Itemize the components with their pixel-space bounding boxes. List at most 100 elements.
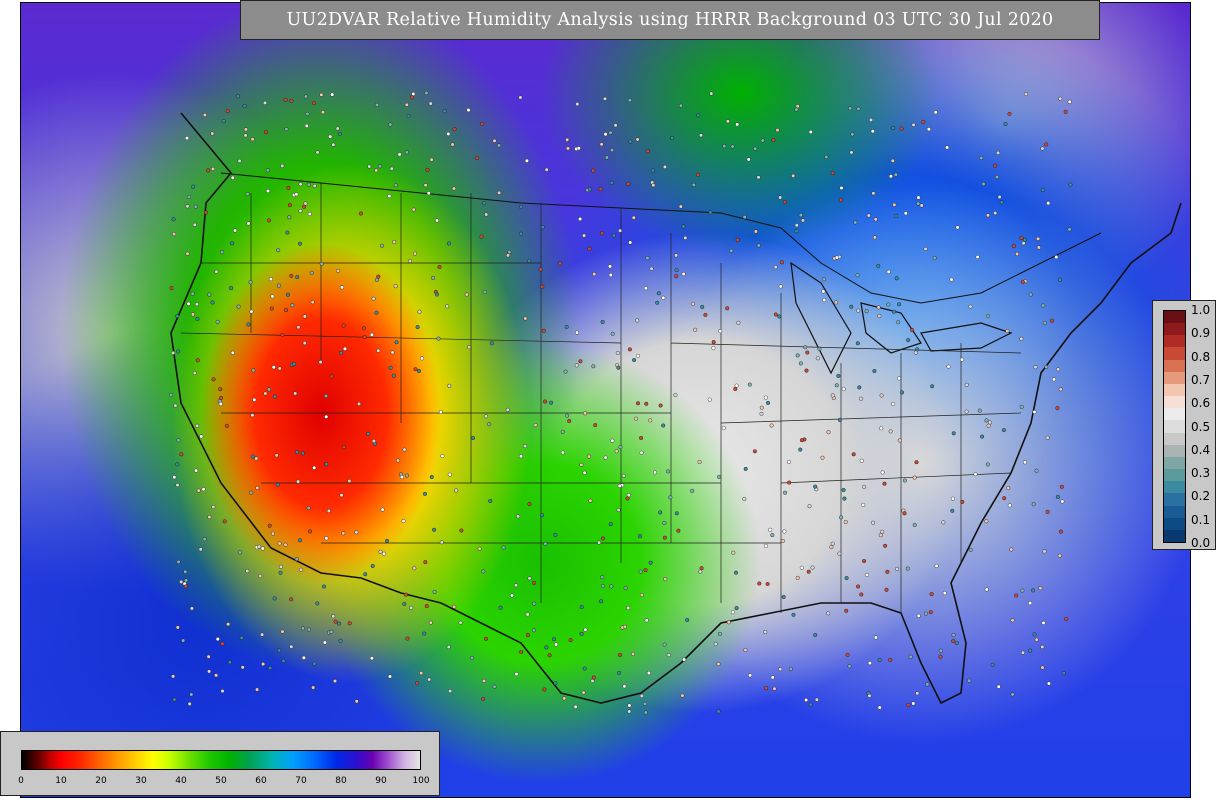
observation-marker xyxy=(780,538,785,543)
observation-marker xyxy=(608,522,613,527)
observation-marker xyxy=(319,92,324,97)
observation-marker xyxy=(186,194,191,199)
observation-marker xyxy=(581,690,586,695)
observation-marker xyxy=(897,376,902,381)
observation-marker xyxy=(1032,410,1037,415)
observation-marker xyxy=(390,350,395,355)
observation-marker xyxy=(886,302,891,307)
observation-marker xyxy=(673,393,678,398)
observation-marker xyxy=(245,192,250,197)
observation-marker xyxy=(849,304,854,309)
observation-marker xyxy=(378,549,383,554)
observation-marker xyxy=(312,183,317,188)
observation-marker xyxy=(639,436,644,441)
observation-marker xyxy=(980,434,985,439)
observation-marker xyxy=(799,438,804,443)
observation-marker xyxy=(610,331,615,336)
observation-marker xyxy=(268,666,273,671)
observation-marker xyxy=(286,292,291,297)
observation-marker xyxy=(951,431,956,436)
observation-marker xyxy=(872,235,877,240)
observation-marker xyxy=(1049,318,1054,323)
observation-marker xyxy=(882,481,887,486)
observation-marker xyxy=(482,678,487,683)
observation-marker xyxy=(921,119,926,124)
observation-marker xyxy=(263,391,268,396)
observation-marker xyxy=(446,645,451,650)
observation-marker xyxy=(376,348,381,353)
observation-marker xyxy=(804,698,809,703)
observation-marker xyxy=(968,547,973,552)
observation-marker xyxy=(995,174,1000,179)
observation-marker xyxy=(525,612,530,617)
observation-marker xyxy=(985,462,990,467)
observation-marker xyxy=(169,393,174,398)
observation-marker xyxy=(609,180,614,185)
observation-marker xyxy=(219,395,224,400)
observation-marker xyxy=(192,371,197,376)
observation-marker xyxy=(484,636,489,641)
observation-marker xyxy=(175,314,180,319)
observation-marker xyxy=(674,274,679,279)
observation-marker xyxy=(725,119,730,124)
observation-marker xyxy=(278,564,283,569)
ratio-colorbar-segment xyxy=(1164,420,1185,433)
observation-marker xyxy=(711,340,716,345)
observation-marker xyxy=(626,606,631,611)
observation-marker xyxy=(387,194,392,199)
observation-marker xyxy=(409,95,414,100)
observation-marker xyxy=(330,92,335,97)
observation-marker xyxy=(369,656,374,661)
observation-marker xyxy=(618,653,623,658)
observation-marker xyxy=(280,629,285,634)
observation-marker xyxy=(289,597,294,602)
observation-marker xyxy=(929,592,934,597)
observation-marker xyxy=(207,669,212,674)
ratio-colorbar-segment xyxy=(1164,505,1185,518)
observation-marker xyxy=(617,671,622,676)
observation-marker xyxy=(1067,227,1072,232)
observation-marker xyxy=(1005,329,1010,334)
observation-marker xyxy=(1061,671,1066,676)
observation-marker xyxy=(834,255,839,260)
observation-marker xyxy=(294,192,299,197)
observation-marker xyxy=(668,495,673,500)
observation-marker xyxy=(173,403,178,408)
observation-marker xyxy=(1014,593,1019,598)
observation-marker xyxy=(423,560,428,565)
observation-marker xyxy=(934,563,939,568)
observation-marker xyxy=(1042,320,1047,325)
observation-marker xyxy=(916,195,921,200)
observation-marker xyxy=(627,703,632,708)
observation-marker xyxy=(413,367,418,372)
observation-marker xyxy=(565,413,570,418)
observation-marker xyxy=(674,268,679,273)
observation-marker xyxy=(400,475,405,480)
observation-marker xyxy=(845,652,850,657)
observation-marker xyxy=(711,346,716,351)
observation-marker xyxy=(1028,648,1033,653)
observation-marker xyxy=(693,327,698,332)
observation-marker xyxy=(821,289,826,294)
observation-marker xyxy=(933,110,938,115)
observation-marker xyxy=(699,566,704,571)
observation-marker xyxy=(447,383,452,388)
observation-marker xyxy=(651,183,656,188)
observation-marker xyxy=(1021,241,1026,246)
observation-marker xyxy=(357,401,362,406)
observation-marker xyxy=(1057,277,1062,282)
observation-marker xyxy=(246,322,251,327)
observation-marker xyxy=(301,626,306,631)
observation-marker xyxy=(730,610,735,615)
observation-marker xyxy=(237,550,242,555)
observation-marker xyxy=(859,458,864,463)
observation-marker xyxy=(382,551,387,556)
observation-marker xyxy=(681,272,686,277)
observation-marker xyxy=(775,128,780,133)
observation-marker xyxy=(621,473,626,478)
observation-marker xyxy=(308,529,313,534)
observation-marker xyxy=(482,201,487,206)
observation-marker xyxy=(1015,251,1020,256)
observation-marker xyxy=(302,341,307,346)
observation-marker xyxy=(563,369,568,374)
